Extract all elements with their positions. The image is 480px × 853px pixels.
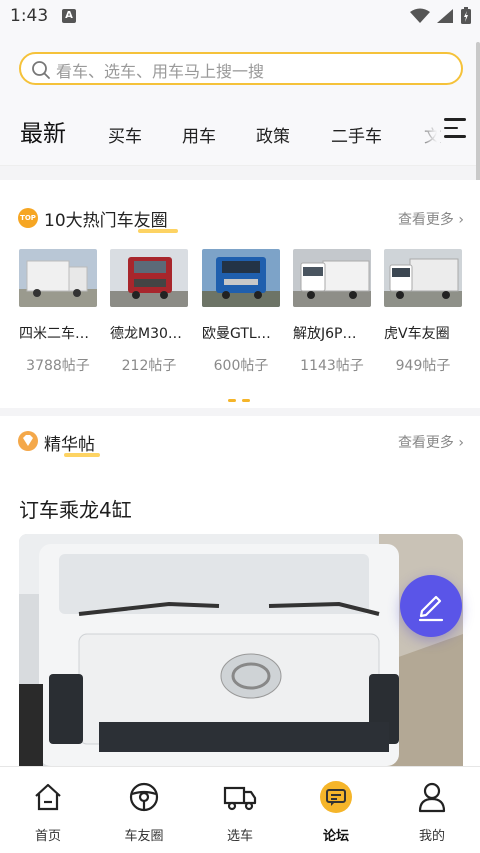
scrollbar[interactable]: [476, 42, 480, 192]
search-input[interactable]: 看车、选车、用车马上搜一搜: [56, 58, 264, 82]
nav-label: 选车: [226, 829, 253, 844]
tab-buy-car[interactable]: 买车: [108, 122, 142, 147]
category-tabs: 最新 买车 用车 政策 二手车 文: [0, 114, 480, 152]
featured-more-link[interactable]: 查看更多 ›: [398, 432, 464, 452]
nav-label: 我的: [418, 829, 445, 844]
steering-wheel-icon: [129, 782, 159, 812]
nav-home[interactable]: 首页: [13, 777, 83, 844]
nav-profile[interactable]: 我的: [397, 777, 467, 844]
hot-circles-title: 10大热门车友圈: [44, 206, 178, 233]
search-icon: [32, 61, 50, 79]
forum-icon: [320, 781, 352, 813]
menu-icon[interactable]: [444, 118, 466, 140]
hot-circles-more-link[interactable]: 查看更多 ›: [398, 209, 464, 229]
circle-post-count: 949帖子: [395, 358, 451, 374]
circle-thumbnail: [202, 249, 280, 307]
system-icons: [410, 7, 472, 25]
circle-name: 欧曼GTL…: [202, 326, 271, 342]
more-text: 查看更多: [397, 435, 454, 451]
tab-fade: [412, 114, 440, 150]
circle-post-count: 3788帖子: [26, 358, 90, 374]
circle-thumbnail: [110, 249, 188, 307]
nav-select-car[interactable]: 选车: [205, 777, 275, 844]
home-icon: [35, 783, 61, 811]
compose-button[interactable]: [400, 575, 462, 637]
circle-item[interactable]: 欧曼GTL… 600帖子: [202, 249, 280, 375]
circle-name: 德龙M30…: [110, 326, 182, 342]
featured-title-text: 精华帖: [44, 435, 95, 455]
title-highlight: [64, 453, 100, 457]
circle-item[interactable]: 德龙M30… 212帖子: [110, 249, 188, 375]
more-text: 查看更多: [397, 212, 454, 228]
title-highlight: [138, 229, 178, 233]
chevron-right-icon: ›: [458, 435, 464, 451]
circle-name: 虎V车友圈: [384, 326, 450, 342]
circle-item[interactable]: 虎V车友圈 949帖子: [384, 249, 462, 375]
nav-label: 论坛: [322, 829, 349, 844]
bottom-nav: 首页 车友圈 选车 论坛 我的: [0, 766, 480, 853]
person-icon: [418, 782, 446, 813]
circle-thumbnail: [384, 249, 462, 307]
top-badge-icon: TOP: [18, 208, 38, 228]
wifi-icon: [410, 8, 430, 23]
circle-post-count: 1143帖子: [300, 358, 364, 374]
tab-used-car[interactable]: 二手车: [331, 122, 382, 147]
diamond-icon: [18, 431, 38, 451]
status-bar: 1:43 A: [0, 0, 480, 34]
tab-label: 最新: [20, 121, 66, 147]
nav-label: 首页: [34, 829, 61, 844]
search-bar[interactable]: 看车、选车、用车马上搜一搜: [19, 52, 463, 85]
circle-item[interactable]: 四米二车… 3788帖子: [19, 249, 97, 375]
circle-thumbnail: [19, 249, 97, 307]
carousel-indicator: [228, 399, 250, 402]
circle-name: 四米二车…: [19, 326, 89, 342]
circle-name: 解放J6P…: [293, 326, 357, 342]
post-image[interactable]: [19, 534, 463, 766]
post-title[interactable]: 订车乘龙4缸: [19, 494, 132, 523]
nav-forum[interactable]: 论坛: [301, 777, 371, 844]
tab-policy[interactable]: 政策: [256, 122, 290, 147]
chevron-right-icon: ›: [458, 212, 464, 228]
battery-icon: [461, 7, 471, 24]
tab-use-car[interactable]: 用车: [182, 122, 216, 147]
nav-label: 车友圈: [124, 829, 164, 844]
circle-item[interactable]: 解放J6P… 1143帖子: [293, 249, 371, 375]
circle-post-count: 600帖子: [213, 358, 269, 374]
signal-icon: [437, 9, 453, 23]
header: 看车、选车、用车马上搜一搜 最新 买车 用车 政策 二手车 文: [0, 34, 480, 166]
featured-title: 精华帖: [44, 430, 100, 457]
hot-circles-list: 四米二车… 3788帖子 德龙M30… 212帖子 欧曼GTL… 600帖子 解…: [19, 249, 479, 379]
nav-car-circle[interactable]: 车友圈: [109, 777, 179, 844]
tab-latest[interactable]: 最新: [10, 114, 76, 152]
status-time: 1:43: [10, 6, 49, 26]
truck-icon: [223, 786, 257, 811]
hot-circles-title-text: 10大热门车友圈: [44, 211, 168, 231]
circle-thumbnail: [293, 249, 371, 307]
notification-app-icon: A: [62, 9, 76, 23]
circle-post-count: 212帖子: [121, 358, 177, 374]
edit-icon: [418, 595, 444, 622]
